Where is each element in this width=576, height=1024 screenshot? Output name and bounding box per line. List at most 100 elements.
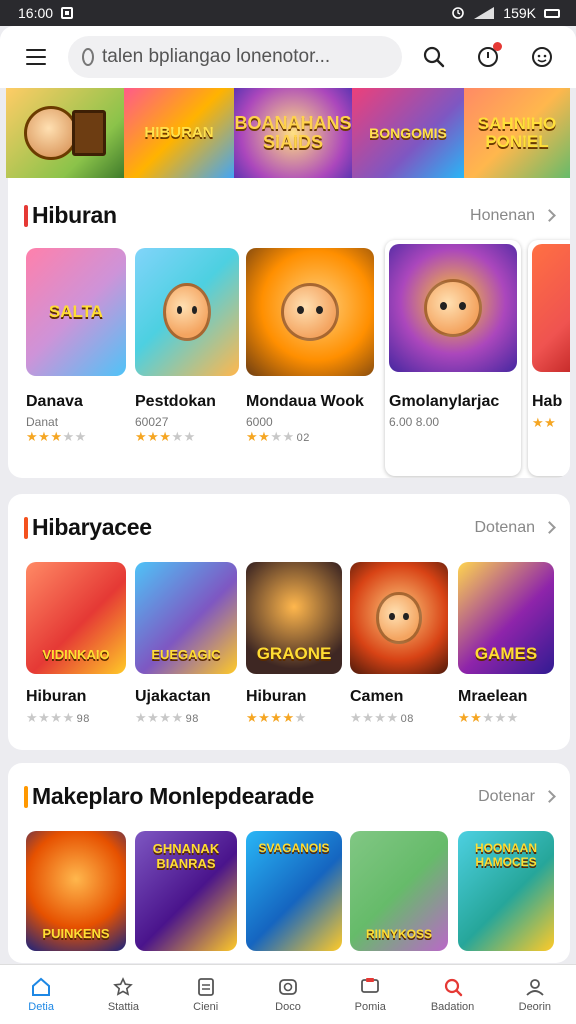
search-icon bbox=[442, 976, 464, 998]
app-thumbnail[interactable]: VIDINKAIO bbox=[26, 562, 126, 674]
notification-bell-icon[interactable] bbox=[466, 35, 510, 79]
app-thumbnail[interactable] bbox=[532, 244, 570, 372]
app-rating: ★★★★ 02 bbox=[246, 429, 310, 444]
section-header: Hiburan Honenan bbox=[24, 202, 556, 229]
section-header: Hibaryacee Dotenan bbox=[24, 514, 556, 541]
nav-item-document[interactable]: Cieni bbox=[165, 965, 247, 1024]
search-input[interactable]: talen bpliangao lonenotor... bbox=[102, 46, 330, 68]
app-rating: ★★ bbox=[532, 415, 557, 430]
app-carousel: VIDINKAIO Hiburan ★★★★ 98 EUEGAGIC Ujakac… bbox=[8, 562, 570, 750]
nav-label: Doco bbox=[275, 1001, 301, 1013]
app-name: Gmolanylarjac bbox=[389, 393, 500, 410]
app-thumbnail[interactable]: GAMES bbox=[458, 562, 554, 674]
app-carousel: SALTA Danava Danat ★★★★★ Pestdokan 60027… bbox=[8, 240, 570, 478]
banner-slide[interactable]: BOANAHANS SIAIDS bbox=[234, 88, 352, 178]
app-rating: ★★★★★ bbox=[458, 710, 519, 725]
rating-count: 98 bbox=[185, 713, 199, 725]
section-accent-bar bbox=[24, 204, 28, 227]
nav-label: Detia bbox=[28, 1001, 54, 1013]
see-more-label: Dotenar bbox=[478, 787, 535, 805]
alarm-icon bbox=[452, 7, 465, 19]
app-thumbnail[interactable]: RIINYKOSS bbox=[350, 831, 448, 951]
nav-item-camera[interactable]: Doco bbox=[247, 965, 329, 1024]
app-name: Ujakactan bbox=[135, 688, 211, 705]
app-name: Danava bbox=[26, 393, 83, 410]
app-rating: ★★★★ 98 bbox=[135, 710, 199, 725]
banner-slide[interactable]: SAHNIHO PONIEL bbox=[464, 88, 570, 178]
nav-item-profile[interactable]: Deorin bbox=[494, 965, 576, 1024]
rating-count: 08 bbox=[400, 713, 414, 725]
app-thumbnail[interactable]: SVAGANOIS bbox=[246, 831, 342, 951]
battery-icon bbox=[544, 8, 560, 18]
see-more-link[interactable]: Dotenan bbox=[474, 518, 556, 537]
section-card: Hibaryacee Dotenan VIDINKAIO Hiburan ★★★… bbox=[8, 494, 570, 750]
search-bar[interactable]: talen bpliangao lonenotor... bbox=[68, 36, 402, 78]
section-title: Hibaryacee bbox=[32, 514, 152, 540]
star-icon bbox=[112, 976, 134, 998]
rating-count: 98 bbox=[76, 713, 90, 725]
app-name: Hab bbox=[532, 393, 563, 410]
app-name: Hiburan bbox=[26, 688, 87, 705]
nav-label: Cieni bbox=[193, 1001, 219, 1013]
menu-icon[interactable] bbox=[14, 35, 58, 79]
profile-face-icon[interactable] bbox=[520, 35, 564, 79]
app-carousel: PUINKENS GHNANAK BIANRAS SVAGANOIS RIINY… bbox=[8, 831, 570, 963]
app-rating: ★★★★★ bbox=[135, 429, 196, 444]
app-thumbnail[interactable]: GHNANAK BIANRAS bbox=[135, 831, 237, 951]
banner-slide[interactable]: HIBURAN bbox=[124, 88, 234, 178]
nav-item-message[interactable]: Pomia bbox=[329, 965, 411, 1024]
app-subtitle: Danat bbox=[26, 415, 59, 429]
app-thumbnail[interactable] bbox=[135, 248, 239, 376]
app-name: Camen bbox=[350, 688, 404, 705]
section-header: Makeplaro Monlepdearade Dotenar bbox=[24, 783, 556, 810]
app-bar: talen bpliangao lonenotor... bbox=[0, 26, 576, 88]
see-more-label: Dotenan bbox=[474, 518, 536, 536]
home-icon bbox=[30, 976, 52, 998]
app-thumbnail[interactable] bbox=[246, 248, 374, 376]
see-more-link[interactable]: Dotenar bbox=[478, 787, 556, 806]
app-thumbnail[interactable]: EUEGAGIC bbox=[135, 562, 237, 674]
see-more-link[interactable]: Honenan bbox=[470, 207, 556, 225]
bottom-navigation: Detia Stattia Cieni Doco Pomia Badation … bbox=[0, 964, 576, 1024]
app-thumbnail[interactable] bbox=[389, 244, 517, 372]
app-rating: ★★★★★ bbox=[26, 429, 87, 444]
promo-banner[interactable]: HIBURAN BOANAHANS SIAIDS BONGOMIS SAHNIH… bbox=[6, 88, 570, 178]
section-accent-bar bbox=[24, 785, 28, 808]
app-subtitle: 60027 bbox=[135, 415, 169, 429]
rating-count: 02 bbox=[296, 432, 310, 444]
nav-label: Pomia bbox=[354, 1001, 386, 1013]
app-tile-highlighted[interactable]: Gmolanylarjac 6.00 8.00 bbox=[385, 240, 521, 476]
app-rating: ★★★★ 08 bbox=[350, 710, 414, 725]
app-thumbnail[interactable]: PUINKENS bbox=[26, 831, 126, 951]
banner-slide[interactable] bbox=[6, 88, 124, 178]
nav-item-home[interactable]: Detia bbox=[0, 965, 82, 1024]
banner-slide[interactable]: BONGOMIS bbox=[352, 88, 464, 178]
search-icon[interactable] bbox=[412, 35, 456, 79]
app-thumbnail[interactable]: HOONAAN HAMOCES bbox=[458, 831, 554, 951]
app-rating: ★★★★★ bbox=[246, 710, 307, 725]
app-thumbnail[interactable] bbox=[350, 562, 448, 674]
section-title: Hiburan bbox=[32, 202, 117, 228]
chevron-right-icon bbox=[543, 790, 556, 803]
section-card: Hiburan Honenan SALTA Danava Danat ★★★★★… bbox=[8, 178, 570, 478]
message-icon bbox=[359, 976, 381, 998]
status-data-text: 159K bbox=[503, 5, 536, 21]
app-tile-partial[interactable]: Hab ★★ bbox=[528, 240, 570, 476]
chevron-right-icon bbox=[543, 209, 556, 222]
app-subtitle: 6.00 8.00 bbox=[389, 415, 440, 429]
signal-icon bbox=[474, 7, 495, 19]
nav-item-search[interactable]: Badation bbox=[411, 965, 493, 1024]
profile-icon bbox=[524, 976, 546, 998]
app-thumbnail[interactable]: GRAONE bbox=[246, 562, 342, 674]
app-name: Mraelean bbox=[458, 688, 528, 705]
document-icon bbox=[195, 976, 217, 998]
status-bar: 16:00 159K bbox=[0, 0, 576, 26]
notification-badge bbox=[493, 42, 502, 51]
section-title: Makeplaro Monlepdearade bbox=[32, 783, 314, 809]
section-accent-bar bbox=[24, 516, 28, 539]
nav-item-star[interactable]: Stattia bbox=[82, 965, 164, 1024]
app-name: Mondaua Wook bbox=[246, 393, 364, 410]
status-time: 16:00 bbox=[18, 5, 54, 21]
app-thumbnail[interactable]: SALTA bbox=[26, 248, 126, 376]
nav-label: Deorin bbox=[518, 1001, 552, 1013]
